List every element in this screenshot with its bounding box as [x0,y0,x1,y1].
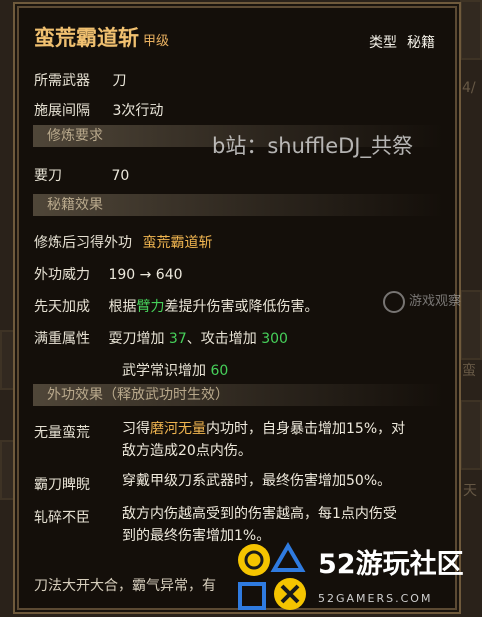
stat-label: 施展间隔 [34,103,90,119]
logo-text: 52游玩社区 [318,549,464,580]
innate-text: 差提升伤害或降低伤害。 [164,299,319,315]
external-name: 轧碎不臣 [34,510,90,526]
type-value: 秘籍 [407,35,435,51]
innate-text: 根据 [108,299,137,315]
power-value: 190 → 640 [108,267,183,283]
req-value: 70 [111,168,130,184]
skill-name: 蛮荒霸道斩 [34,26,139,50]
desc-text: 敌方造成20点内伤。 [122,443,252,459]
site-logo: 52游玩社区 52GAMERS.COM [236,540,482,617]
power-label: 外功威力 [34,267,90,283]
learn-label: 修炼后习得外功 [34,235,132,251]
bg-label: 蛮 [462,363,476,379]
stat-value: 3次行动 [112,103,164,119]
learn-row: 修炼后习得外功 蛮荒霸道斩 [34,232,212,252]
innate-attr: 臂力 [136,299,165,315]
desc-text: 内功时，自身暴击增加15%，对 [206,421,406,437]
power-row: 外功威力 190 → 640 [34,264,183,284]
innate-label: 先天加成 [34,299,90,315]
max-value: 300 [261,331,288,347]
stat-row-weapon: 所需武器 刀 [34,70,126,90]
section-external: 外功效果（释放武功时生效） [33,384,443,406]
max-text: 、攻击增加 [186,331,257,347]
type-label: 类型 [369,35,397,51]
watermark-youxi: 游戏观察 [383,290,461,313]
bg-slot [0,440,16,500]
external-name: 无量蛮荒 [34,425,90,441]
bg-slot [460,290,482,360]
max-row-2: 武学常识增加 60 [122,360,228,380]
desc-text: 习得 [122,421,150,437]
stat-row-interval: 施展间隔 3次行动 [34,100,163,120]
max-label: 满重属性 [34,331,90,347]
bg-label: 4/ [462,80,476,96]
desc-text: 敌方内伤越高受到的伤害越高，每1点内伤受 [122,506,397,522]
external-desc: 穿戴甲级刀系武器时，最终伤害增加50%。 [122,470,391,492]
cultivation-req: 要刀 70 [34,165,129,185]
max-text: 武学常识增加 [122,363,206,379]
max-row: 满重属性 耍刀增加 37、攻击增加 300 [34,328,288,348]
desc-text: 穿戴甲级刀系武器时，最终伤害增加50%。 [122,473,392,489]
bg-slot [0,330,16,390]
section-effects: 秘籍效果 [33,194,443,216]
bg-slot [460,400,482,470]
req-label: 要刀 [34,168,62,184]
max-value: 37 [168,331,187,347]
desc-skill: 磨河无量 [150,421,206,437]
stat-value: 刀 [112,73,127,89]
watermark-icon [383,290,405,313]
stat-label: 所需武器 [34,73,90,89]
external-desc: 习得磨河无量内功时，自身暴击增加15%，对 敌方造成20点内伤。 [122,418,405,462]
bg-slot [460,0,482,60]
logo-subtext: 52GAMERS.COM [318,592,433,605]
flavor-text: 刀法大开大合，霸气异常，有 [34,578,216,594]
max-value: 60 [210,363,229,379]
watermark-text: 游戏观察 [409,294,462,309]
gamepad-buttons-icon [238,542,306,610]
max-text: 耍刀增加 [108,331,165,347]
external-name: 霸刀睥睨 [34,477,90,493]
type-info: 类型 秘籍 [369,32,435,52]
learn-skill: 蛮荒霸道斩 [142,235,213,251]
skill-grade: 甲级 [143,34,170,49]
innate-row: 先天加成 根据臂力差提升伤害或降低伤害。 [34,296,318,316]
bg-label: 天 [463,483,477,499]
skill-title: 蛮荒霸道斩 甲级 [34,22,169,52]
watermark-bilibili: b站：shuffleDJ_共祭 [212,134,413,158]
